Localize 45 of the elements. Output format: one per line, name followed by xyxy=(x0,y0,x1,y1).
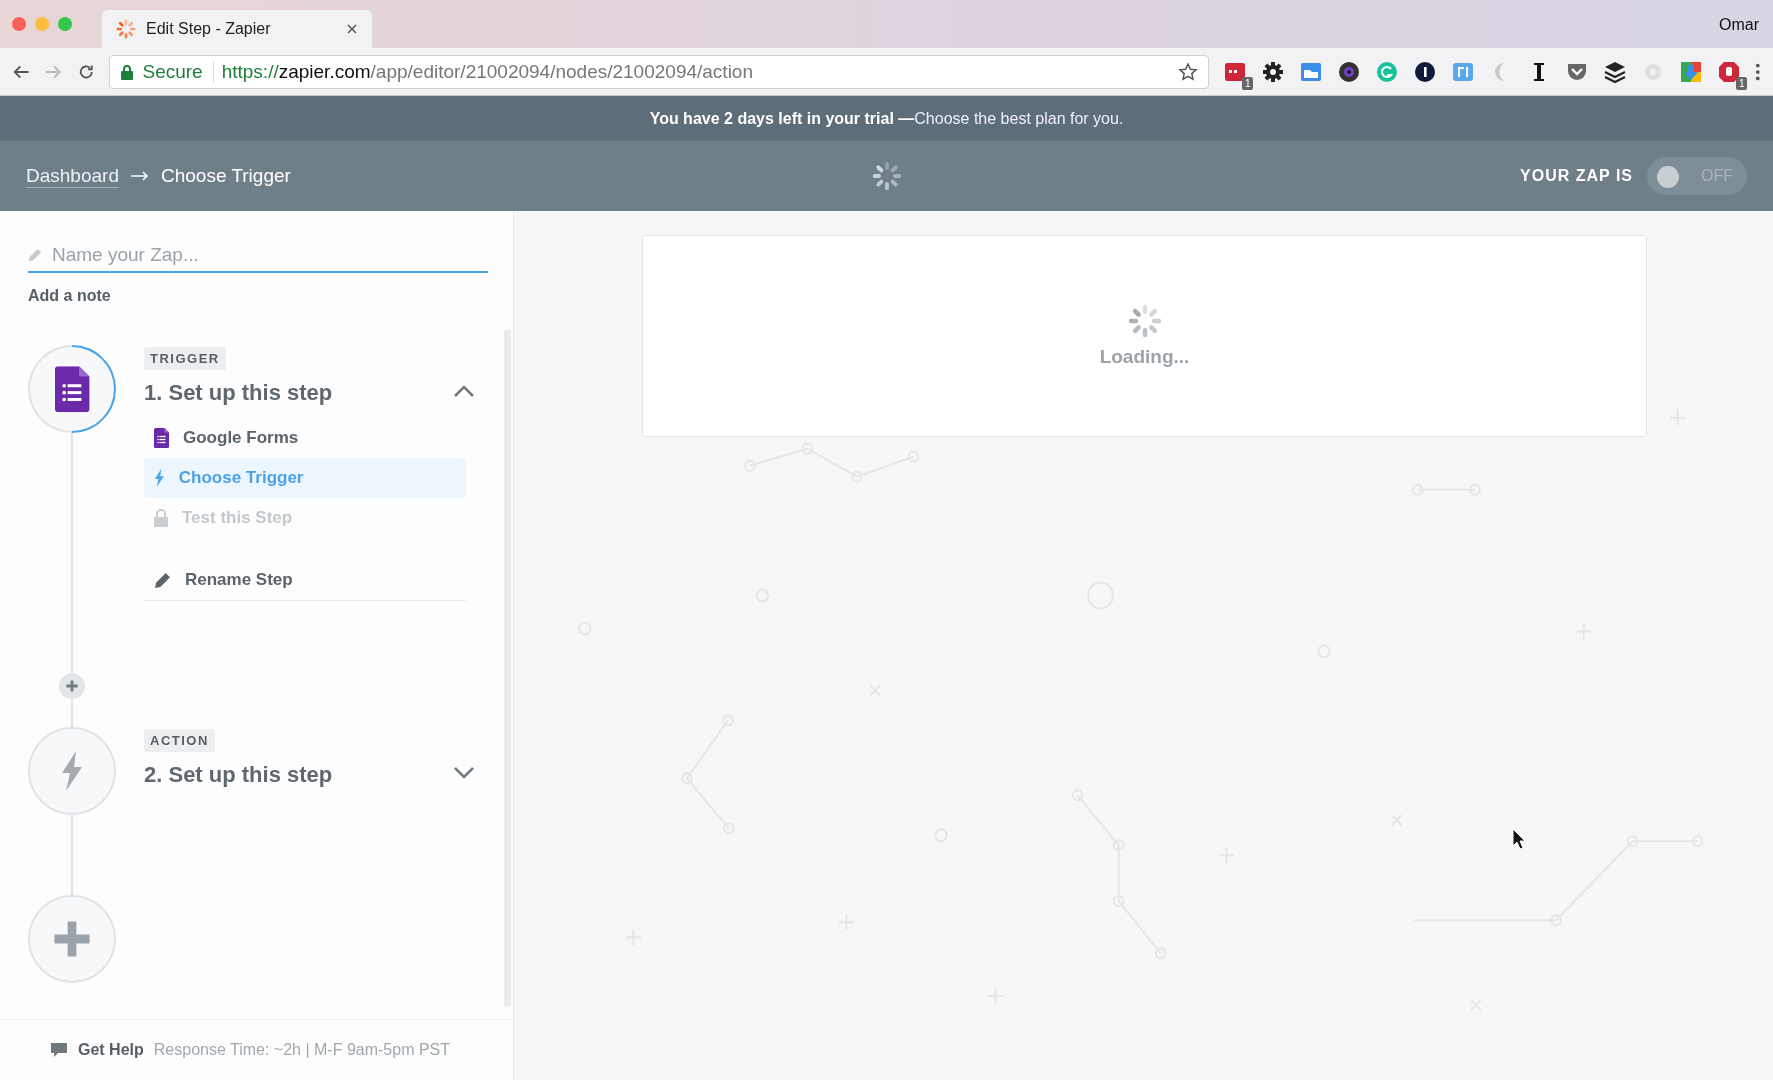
lock-icon xyxy=(120,63,135,80)
step-title: 1. Set up this step xyxy=(144,380,333,406)
layers-icon[interactable] xyxy=(1603,59,1628,84)
chevron-up-icon[interactable] xyxy=(453,384,475,398)
address-bar[interactable]: Secure https://zapier.com/app/editor/21002094/nodes/21002094/action xyxy=(109,54,1210,89)
pencil-icon xyxy=(28,248,42,262)
asterisk-logo-icon xyxy=(116,19,136,39)
form-document-icon xyxy=(154,428,169,448)
lock-icon xyxy=(154,509,168,527)
chat-bubble-icon xyxy=(50,1042,68,1058)
arrow-right-icon xyxy=(130,171,149,181)
breadcrumb-current: Choose Trigger xyxy=(160,165,291,187)
pencil-icon xyxy=(154,571,171,589)
mouse-cursor-icon xyxy=(1512,828,1526,850)
step-type-tag: TRIGGER xyxy=(144,347,226,370)
loading-text: Loading... xyxy=(1099,346,1190,368)
add-step-button[interactable] xyxy=(59,673,85,699)
lightning-bolt-icon xyxy=(154,469,165,487)
chevron-down-icon[interactable] xyxy=(453,766,475,780)
loading-spinner-icon xyxy=(1127,304,1162,338)
zap-name-field[interactable]: Name your Zap... xyxy=(50,243,488,267)
close-icon xyxy=(346,23,358,35)
substep-item[interactable]: Google Forms xyxy=(144,418,466,458)
menu-icon[interactable] xyxy=(1755,61,1761,82)
step-title: 2. Set up this step xyxy=(144,762,333,788)
support-hours: Response Time: ~2h | M-F 9am-5pm PST xyxy=(153,1041,451,1059)
form-document-icon xyxy=(54,366,90,412)
dark-circle-icon[interactable] xyxy=(1413,59,1438,84)
add-note-link[interactable]: Add a note xyxy=(28,287,111,305)
bookmark-star-icon[interactable] xyxy=(1178,61,1199,82)
camera-lens-icon[interactable] xyxy=(1337,59,1362,84)
rename-step-button[interactable]: Rename Step xyxy=(144,570,466,601)
zap-status-label: YOUR ZAP IS xyxy=(1520,167,1633,185)
browser-tab[interactable]: Edit Step - Zapier xyxy=(102,10,372,48)
plus-icon xyxy=(65,679,79,693)
profile-name[interactable]: Omar xyxy=(1719,16,1759,34)
step-type-tag: ACTION xyxy=(144,729,215,752)
get-help-link[interactable]: Get Help xyxy=(78,1041,144,1059)
plan-link[interactable]: Choose the best plan for you. xyxy=(914,109,1124,128)
breadcrumb-link[interactable]: Dashboard xyxy=(26,165,119,187)
secure-label: Secure xyxy=(142,60,214,83)
url-text: https://zapier.com/app/editor/21002094/nodes/21002094/action xyxy=(221,60,753,83)
trial-message: You have 2 days left in your trial — xyxy=(649,109,915,128)
lightning-bolt-icon xyxy=(60,751,84,791)
asterisk-logo-icon xyxy=(871,161,902,191)
